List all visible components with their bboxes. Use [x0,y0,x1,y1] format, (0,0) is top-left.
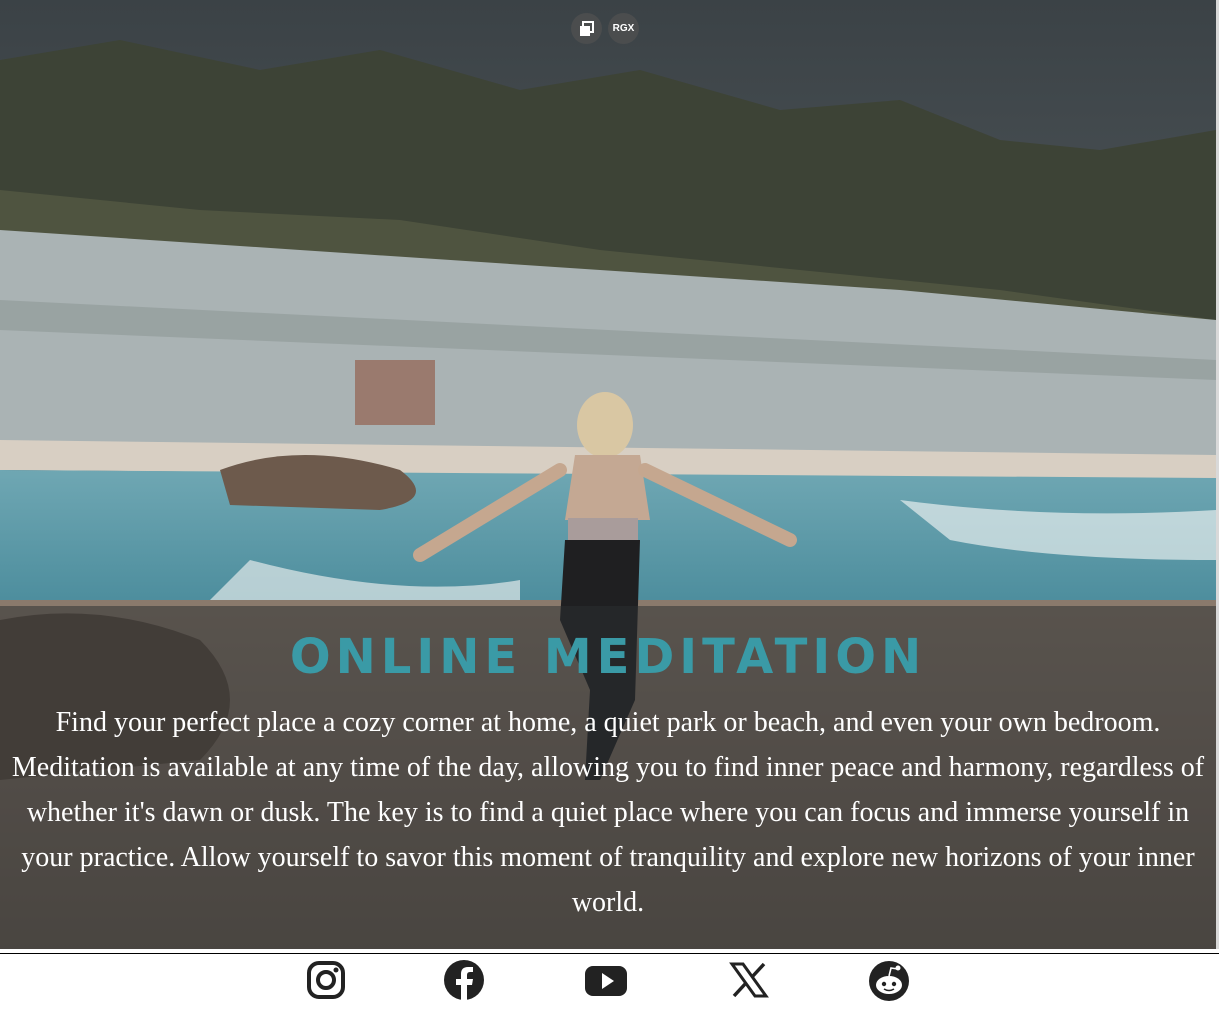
reddit-link[interactable] [865,958,913,1004]
facebook-link[interactable] [440,958,488,1004]
hero-description: Find your perfect place a cozy corner at… [11,707,1205,918]
copy-icon[interactable] [571,13,602,44]
top-toolbar: RGX [571,13,639,44]
instagram-icon [307,961,345,999]
hero-overlay: ONLINE MEDITATION Find your perfect plac… [0,606,1216,949]
rgx-button[interactable]: RGX [608,13,639,44]
x-link[interactable] [725,958,773,1004]
divider [0,953,1219,954]
instagram-link[interactable] [302,958,350,1004]
social-links [0,958,1219,1006]
youtube-icon [585,966,627,996]
facebook-icon [444,960,484,1000]
hero-section: RGX ONLINE MEDITATION Find your perfect … [0,0,1216,949]
youtube-link[interactable] [582,958,630,1004]
x-icon [729,962,769,998]
reddit-icon [869,961,909,1001]
page-title: ONLINE MEDITATION [289,629,927,685]
